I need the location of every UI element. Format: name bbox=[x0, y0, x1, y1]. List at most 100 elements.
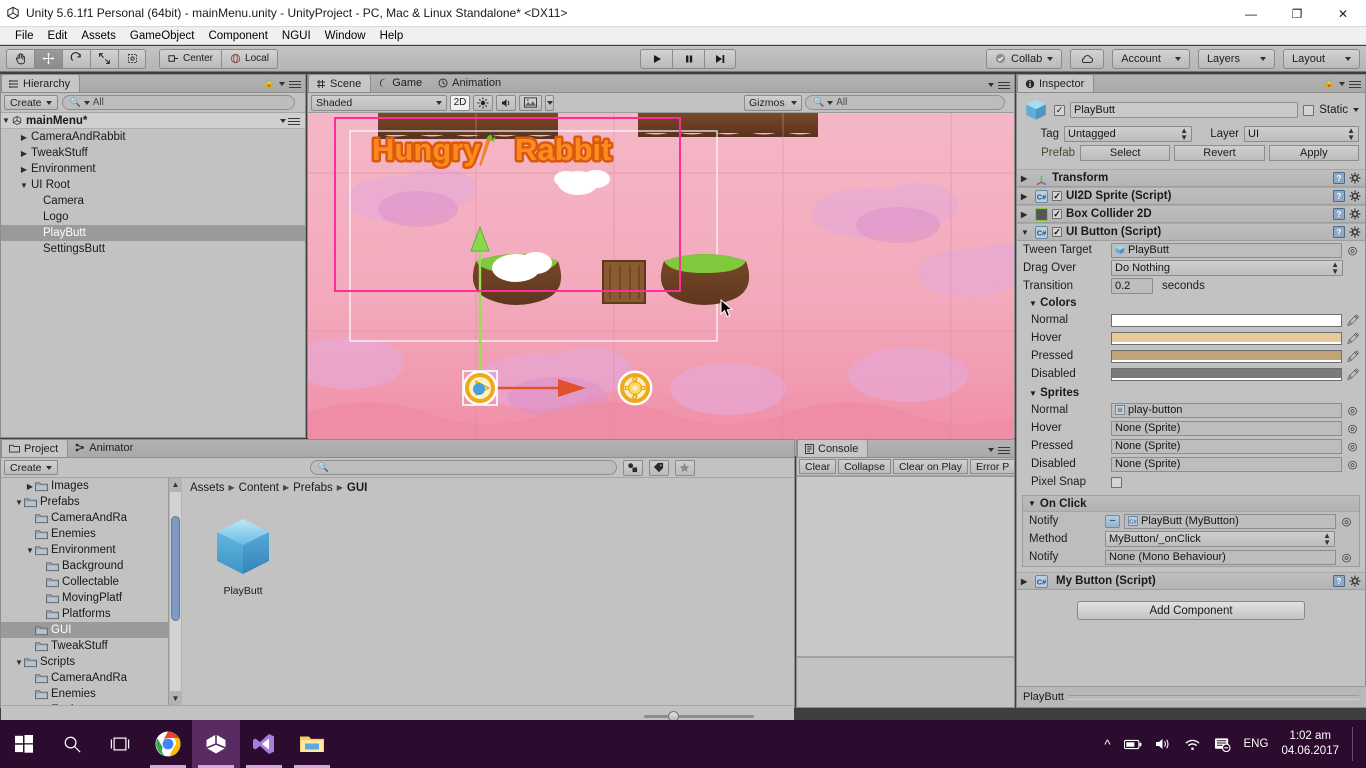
task-view-icon[interactable] bbox=[96, 720, 144, 768]
fx-dropdown-icon[interactable] bbox=[545, 94, 554, 111]
tab-console[interactable]: Console bbox=[797, 439, 869, 457]
console-error-pause-button[interactable]: Error P bbox=[969, 459, 1014, 474]
project-folder-tweakstuff[interactable]: ▶TweakStuff bbox=[1, 638, 168, 654]
menu-component[interactable]: Component bbox=[201, 27, 274, 45]
menu-icon[interactable] bbox=[288, 116, 300, 125]
menu-ngui[interactable]: NGUI bbox=[275, 27, 318, 45]
layers-button[interactable]: Layers bbox=[1197, 48, 1275, 69]
lock-icon[interactable]: 🔒 bbox=[1324, 78, 1335, 89]
chevron-right-icon[interactable]: ▶ bbox=[1021, 577, 1031, 586]
chevron-right-icon[interactable]: ▶ bbox=[25, 482, 35, 491]
color-swatch-disabled[interactable] bbox=[1111, 367, 1342, 381]
object-name-input[interactable]: PlayButt bbox=[1070, 102, 1299, 118]
search-icon[interactable] bbox=[48, 720, 96, 768]
tab-scene[interactable]: Scene bbox=[308, 74, 372, 92]
project-folder-enemies[interactable]: ▶Enemies bbox=[1, 526, 168, 542]
collab-button[interactable]: Collab bbox=[986, 48, 1063, 69]
show-hidden-icons-chevron-icon[interactable]: ^ bbox=[1104, 737, 1110, 752]
chevron-down-icon[interactable]: ▼ bbox=[14, 658, 24, 667]
filter-by-label-icon[interactable] bbox=[648, 459, 669, 476]
help-icon[interactable]: ? bbox=[1333, 226, 1345, 238]
tab-game[interactable]: Game bbox=[371, 74, 431, 92]
prefab-revert-button[interactable]: Revert bbox=[1174, 145, 1265, 161]
file-explorer-icon[interactable] bbox=[288, 720, 336, 768]
color-swatch-pressed[interactable] bbox=[1111, 349, 1342, 363]
project-folder-cameraandra[interactable]: ▶CameraAndRa bbox=[1, 510, 168, 526]
play-button[interactable] bbox=[640, 48, 672, 69]
notify-object-field-2[interactable]: None (Mono Behaviour) bbox=[1105, 549, 1336, 565]
chevron-right-icon[interactable]: ▶ bbox=[19, 133, 29, 142]
lock-icon[interactable]: 🔒 bbox=[264, 78, 275, 89]
fx-toggle-icon[interactable] bbox=[519, 94, 542, 111]
menu-file[interactable]: File bbox=[8, 27, 41, 45]
asset-item-playbutt[interactable]: PlayButt bbox=[206, 515, 280, 597]
filter-by-type-icon[interactable] bbox=[622, 459, 643, 476]
component-enabled-checkbox[interactable]: ✓ bbox=[1052, 191, 1062, 201]
chevron-right-icon[interactable]: ▶ bbox=[19, 165, 29, 174]
rotate-tool-icon[interactable] bbox=[62, 48, 90, 69]
project-folder-platforms[interactable]: ▶Platforms bbox=[1, 606, 168, 622]
breadcrumb-gui[interactable]: GUI bbox=[347, 482, 367, 494]
gear-icon[interactable] bbox=[1349, 172, 1361, 184]
tag-dropdown[interactable]: Untagged ▲ ▼ bbox=[1064, 126, 1192, 142]
chevron-down-icon[interactable]: ▼ bbox=[25, 546, 35, 555]
eyedropper-icon[interactable]: 🖍 bbox=[1346, 368, 1360, 381]
breadcrumb-prefabs[interactable]: Prefabs bbox=[293, 482, 333, 494]
minimize-button[interactable]: — bbox=[1228, 0, 1274, 27]
pause-button[interactable] bbox=[672, 48, 704, 69]
scene-canvas[interactable]: Hungry Hungry Rabbit Rabbit bbox=[308, 113, 1014, 456]
method-dropdown[interactable]: MyButton/_onClick ▲ ▼ bbox=[1105, 531, 1335, 547]
chevron-down-icon[interactable]: ▼ bbox=[1021, 228, 1031, 237]
tween-target-field[interactable]: PlayButt bbox=[1111, 242, 1342, 258]
rect-tool-icon[interactable] bbox=[118, 48, 146, 69]
tab-animation[interactable]: Animation bbox=[431, 74, 510, 92]
account-button[interactable]: Account bbox=[1112, 48, 1190, 69]
object-picker-icon[interactable]: ◎ bbox=[1340, 515, 1353, 528]
hierarchy-item-logo[interactable]: ▶Logo bbox=[1, 209, 305, 225]
breadcrumb-assets[interactable]: Assets bbox=[190, 482, 225, 494]
transition-input[interactable]: 0.2 bbox=[1111, 278, 1153, 294]
hierarchy-scene-root[interactable]: ▼ mainMenu* bbox=[1, 113, 305, 129]
on-click-header[interactable]: ▼ On Click bbox=[1023, 496, 1359, 512]
chevron-right-icon[interactable]: ▶ bbox=[1021, 210, 1031, 219]
component-header-ui-button[interactable]: ▼ C# ✓ UI Button (Script) ? bbox=[1017, 223, 1365, 241]
eyedropper-icon[interactable]: 🖍 bbox=[1346, 314, 1360, 327]
gear-icon[interactable] bbox=[1349, 226, 1361, 238]
tab-hierarchy[interactable]: Hierarchy bbox=[1, 74, 81, 92]
layout-button[interactable]: Layout bbox=[1282, 48, 1360, 69]
shading-mode-dropdown[interactable]: Shaded bbox=[311, 94, 447, 111]
colors-section-header[interactable]: ▼ Colors bbox=[1017, 295, 1365, 311]
object-picker-icon[interactable]: ◎ bbox=[1346, 440, 1359, 453]
chevron-right-icon[interactable]: ▶ bbox=[1021, 192, 1031, 201]
component-enabled-checkbox[interactable]: ✓ bbox=[1052, 227, 1062, 237]
color-swatch-normal[interactable] bbox=[1111, 313, 1342, 327]
project-folder-cameraandra[interactable]: ▶CameraAndRa bbox=[1, 670, 168, 686]
project-search-input[interactable]: 🔍 bbox=[309, 460, 617, 475]
project-folder-scripts[interactable]: ▼ Scripts bbox=[1, 654, 168, 670]
prefab-apply-button[interactable]: Apply bbox=[1268, 145, 1359, 161]
menu-icon[interactable] bbox=[998, 445, 1010, 454]
remove-notify-button[interactable]: − bbox=[1105, 514, 1120, 528]
hand-tool-icon[interactable] bbox=[6, 48, 34, 69]
chevron-down-icon[interactable]: ▼ bbox=[1029, 389, 1037, 398]
lighting-toggle-icon[interactable] bbox=[473, 94, 493, 111]
battery-icon[interactable] bbox=[1123, 739, 1142, 750]
component-header-box-collider-2d[interactable]: ▶ ✓ Box Collider 2D ? bbox=[1017, 205, 1365, 223]
close-button[interactable]: ✕ bbox=[1320, 0, 1366, 27]
project-folder-enemies[interactable]: ▶Enemies bbox=[1, 686, 168, 702]
project-folder-gui[interactable]: ▶GUI bbox=[1, 622, 168, 638]
menu-help[interactable]: Help bbox=[373, 27, 411, 45]
sprite-field-pressed[interactable]: None (Sprite) bbox=[1111, 438, 1342, 454]
sprite-field-hover[interactable]: None (Sprite) bbox=[1111, 420, 1342, 436]
step-button[interactable] bbox=[704, 48, 736, 69]
scroll-up-arrow[interactable]: ▲ bbox=[169, 478, 182, 491]
hierarchy-item-camera[interactable]: ▶Camera bbox=[1, 193, 305, 209]
menu-icon[interactable] bbox=[1349, 79, 1361, 88]
start-button[interactable] bbox=[0, 720, 48, 768]
menu-icon[interactable] bbox=[289, 79, 301, 88]
console-log-list[interactable] bbox=[797, 476, 1014, 656]
component-enabled-checkbox[interactable]: ✓ bbox=[1052, 209, 1062, 219]
chrome-icon[interactable] bbox=[144, 720, 192, 768]
toggle-2d-button[interactable]: 2D bbox=[450, 94, 470, 111]
project-folder-collectable[interactable]: ▶Collectable bbox=[1, 574, 168, 590]
